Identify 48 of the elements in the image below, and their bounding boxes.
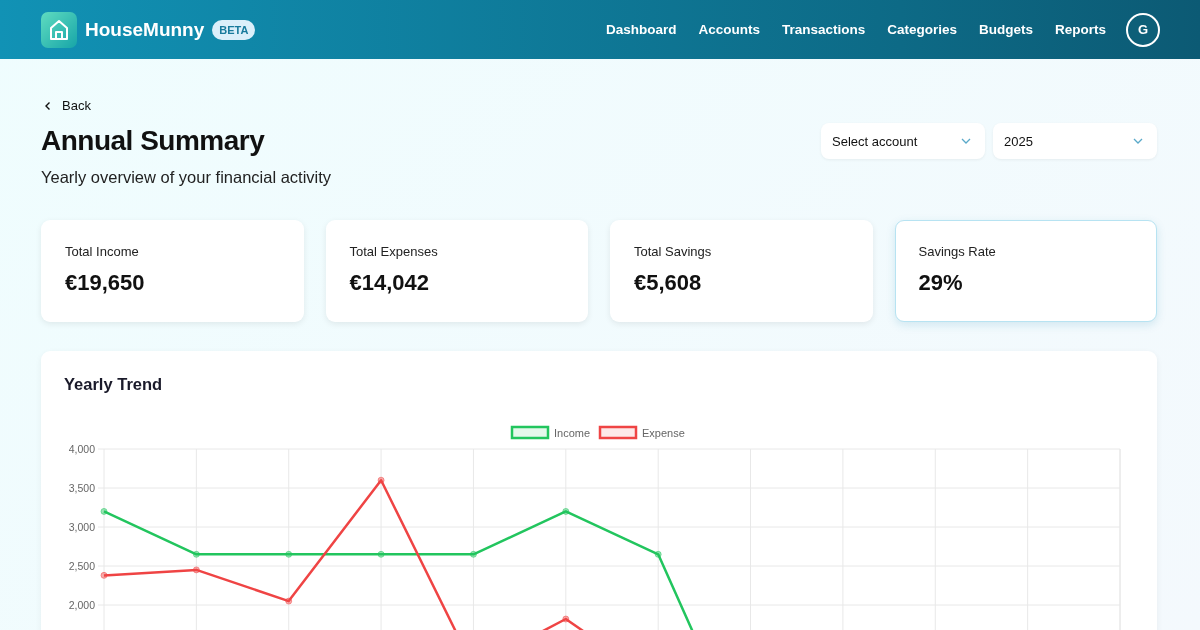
- stat-label: Total Expenses: [349, 243, 439, 259]
- back-link[interactable]: Back: [41, 98, 91, 113]
- avatar-button[interactable]: G: [1126, 12, 1160, 47]
- stat-label: Total Savings: [634, 243, 713, 259]
- data-point: [562, 507, 570, 515]
- data-point: [285, 550, 293, 558]
- axis-label: 3,500: [68, 481, 95, 494]
- nav-link[interactable]: Dashboard: [605, 22, 677, 37]
- axis-label: 3,000: [68, 520, 95, 533]
- legend-swatch[interactable]: [598, 425, 638, 439]
- data-point: [377, 476, 385, 484]
- data-point: [100, 507, 108, 515]
- data-point: [377, 550, 385, 558]
- chevron-down-icon: [1133, 138, 1143, 144]
- data-point: [192, 565, 200, 573]
- stat-value: €5,608: [634, 269, 703, 296]
- data-point: [192, 550, 200, 558]
- nav-link[interactable]: Accounts: [698, 22, 760, 37]
- house-logo-icon: [41, 11, 77, 48]
- stat-value: €14,042: [349, 269, 431, 296]
- chart-title: Yearly Trend: [64, 374, 164, 394]
- data-point: [100, 571, 108, 579]
- data-point: [562, 615, 570, 623]
- axis-label: 2,000: [68, 598, 95, 611]
- nav-link[interactable]: Categories: [887, 22, 957, 37]
- chevron-left-icon: [44, 100, 52, 111]
- nav-link[interactable]: Transactions: [781, 22, 866, 37]
- axis-label: 4,000: [68, 442, 95, 455]
- stat-value: 29%: [918, 269, 964, 296]
- axis-label: 2,500: [68, 559, 95, 572]
- chevron-down-icon: [961, 138, 971, 144]
- legend-label[interactable]: Expense: [642, 426, 685, 439]
- data-point: [654, 550, 662, 558]
- stat-label: Total Income: [65, 243, 140, 259]
- page-title: Annual Summary: [41, 124, 266, 157]
- data-point: [285, 597, 293, 605]
- stat-label: Savings Rate: [918, 243, 997, 259]
- dropdown-select[interactable]: 2025: [993, 123, 1157, 159]
- legend-label[interactable]: Income: [554, 426, 591, 439]
- nav-link[interactable]: Budgets: [979, 22, 1033, 37]
- stat-value: €19,650: [65, 269, 146, 296]
- beta-badge: BETA: [212, 19, 256, 40]
- data-point: [469, 550, 477, 558]
- nav-link[interactable]: Reports: [1055, 22, 1106, 37]
- brand-name: HouseMunny: [85, 18, 205, 41]
- page-subtitle: Yearly overview of your financial activity: [41, 167, 332, 187]
- legend-swatch[interactable]: [510, 425, 550, 439]
- dropdown-select[interactable]: Select account: [821, 123, 985, 159]
